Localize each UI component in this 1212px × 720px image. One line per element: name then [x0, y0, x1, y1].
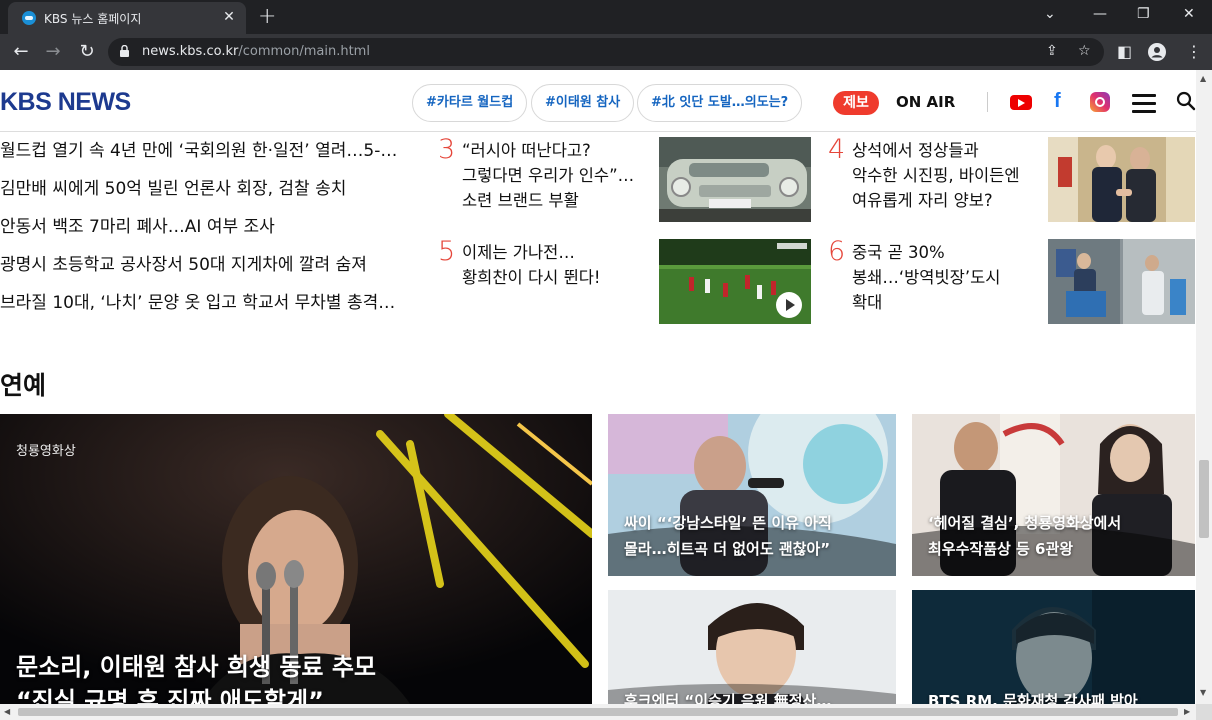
rank-number: 3 [438, 134, 456, 165]
more-menu-icon[interactable]: ⋮ [1186, 42, 1202, 61]
card-caption: 싸이 “‘강남스타일’ 뜬 이유 아직 몰라…히트곡 더 없어도 괜찮아” [624, 514, 832, 558]
on-air-link[interactable]: ON AIR [896, 93, 955, 111]
headline-link[interactable]: 브라질 10대, ‘나치’ 문양 옷 입고 학교서 무차별 총격… [0, 288, 410, 326]
browser-tab[interactable]: KBS 뉴스 홈페이지 ✕ [8, 2, 246, 34]
scrollbar-corner [1196, 704, 1212, 720]
headline-link[interactable]: 안동서 백조 7마리 폐사…AI 여부 조사 [0, 212, 410, 250]
tag-pill-worldcup[interactable]: #카타르 월드컵 [412, 84, 528, 122]
headline-list: 월드컵 열기 속 4년 만에 ‘국회의원 한·일전’ 열려…5-… 김만배 씨에… [0, 136, 410, 326]
vertical-scroll-thumb[interactable] [1199, 460, 1209, 538]
entertainment-section-title: 연예 [0, 371, 47, 400]
blue-dragon-award-logo: 청룡영화상 [16, 444, 76, 459]
back-arrow-icon[interactable]: ← [10, 41, 32, 63]
minimize-icon[interactable]: — [1093, 6, 1107, 22]
header-divider [987, 92, 988, 112]
rank-title: 상석에서 정상들과 악수한 시진핑, 바이든엔 여유롭게 자리 양보? [852, 141, 1020, 210]
reload-icon[interactable]: ↻ [76, 41, 98, 63]
address-bar[interactable]: news.kbs.co.kr/common/main.html ⇪ ☆ [108, 38, 1104, 66]
rank-number: 6 [828, 236, 846, 267]
instagram-icon[interactable] [1090, 92, 1110, 112]
kbs-favicon-icon [22, 11, 36, 25]
rank-number: 5 [438, 236, 456, 267]
site-header: KBS NEWS #카타르 월드컵 #이태원 참사 #北 잇단 도발…의도는? … [0, 70, 1196, 132]
close-window-icon[interactable]: ✕ [1183, 6, 1195, 22]
side-panel-icon[interactable]: ◧ [1117, 42, 1132, 61]
kbs-news-logo[interactable]: KBS NEWS [0, 88, 131, 117]
card-caption: ‘헤어질 결심’, 청룡영화상에서 최우수작품상 등 6관왕 [928, 514, 1122, 558]
soviet-car-thumbnail[interactable] [659, 137, 811, 222]
new-tab-icon[interactable]: + [258, 4, 276, 29]
page-viewport: KBS NEWS #카타르 월드컵 #이태원 참사 #北 잇단 도발…의도는? … [0, 70, 1196, 720]
horizontal-scroll-thumb[interactable] [18, 708, 1178, 716]
url-text: news.kbs.co.kr/common/main.html [142, 44, 370, 59]
profile-icon[interactable] [1148, 43, 1166, 61]
url-path: /common/main.html [238, 44, 370, 59]
entertainment-card[interactable]: 싸이 “‘강남스타일’ 뜬 이유 아직 몰라…히트곡 더 없어도 괜찮아” [608, 414, 896, 576]
report-button[interactable]: 제보 [833, 91, 879, 115]
rank-title: 중국 곧 30% 봉쇄…‘방역빗장’도시 확대 [852, 243, 1001, 312]
tab-title: KBS 뉴스 홈페이지 [44, 12, 142, 26]
youtube-icon[interactable] [1010, 95, 1032, 110]
play-icon[interactable] [775, 291, 803, 319]
entertainment-card[interactable]: 후크엔터 “이승기 음원 無정산… [608, 590, 896, 720]
tag-pill-north-korea[interactable]: #北 잇단 도발…의도는? [637, 84, 803, 122]
scroll-down-arrow-icon[interactable]: ▼ [1200, 688, 1206, 697]
tag-pill-itaewon[interactable]: #이태원 참사 [531, 84, 635, 122]
close-tab-icon[interactable]: ✕ [220, 8, 238, 26]
china-lockdown-thumbnail[interactable] [1048, 239, 1195, 324]
rank-title: 이제는 가나전… 황희찬이 다시 뛴다! [462, 243, 601, 287]
headline-link[interactable]: 김만배 씨에게 50억 빌린 언론사 회장, 검찰 송치 [0, 174, 410, 212]
restore-icon[interactable]: ❐ [1137, 6, 1150, 22]
forward-arrow-icon[interactable]: → [42, 41, 64, 63]
scroll-left-arrow-icon[interactable]: ◀ [4, 707, 10, 716]
headline-link[interactable]: 월드컵 열기 속 4년 만에 ‘국회의원 한·일전’ 열려…5-… [0, 136, 410, 174]
url-host: news.kbs.co.kr [142, 44, 239, 59]
rank-number: 4 [828, 134, 846, 165]
bookmark-star-icon[interactable]: ☆ [1078, 43, 1091, 59]
hamburger-menu-icon[interactable] [1132, 94, 1156, 113]
entertainment-card[interactable]: ‘헤어질 결심’, 청룡영화상에서 최우수작품상 등 6관왕 [912, 414, 1195, 576]
horizontal-scrollbar[interactable]: ◀ ▶ [0, 704, 1196, 720]
headline-link[interactable]: 광명시 초등학교 공사장서 50대 지게차에 깔려 숨져 [0, 250, 410, 288]
football-training-thumbnail[interactable] [659, 239, 811, 324]
share-icon[interactable]: ⇪ [1046, 43, 1058, 59]
browser-toolbar: ← → ↻ news.kbs.co.kr/common/main.html ⇪ … [0, 34, 1212, 70]
facebook-icon[interactable]: f [1054, 90, 1061, 113]
summit-handshake-thumbnail[interactable] [1048, 137, 1195, 222]
lock-icon [120, 45, 129, 57]
entertainment-main-card[interactable]: 청룡영화상 문소리, 이태원 참사 희생 동료 추모 “진실 규명 후 진짜 애… [0, 414, 592, 720]
scroll-up-arrow-icon[interactable]: ▲ [1200, 74, 1206, 83]
tab-search-chevron-down-icon[interactable]: ⌄ [1044, 6, 1056, 22]
search-icon[interactable] [1176, 91, 1196, 111]
scroll-right-arrow-icon[interactable]: ▶ [1184, 707, 1190, 716]
vertical-scrollbar[interactable]: ▲ ▼ [1196, 70, 1212, 704]
browser-tab-strip: KBS 뉴스 홈페이지 ✕ + ⌄ — ❐ ✕ [0, 0, 1212, 34]
rank-title: “러시아 떠난다고? 그렇다면 우리가 인수”… 소련 브랜드 부활 [462, 141, 635, 210]
entertainment-card[interactable]: BTS RM, 문화재청 감사패 받아 [912, 590, 1195, 720]
